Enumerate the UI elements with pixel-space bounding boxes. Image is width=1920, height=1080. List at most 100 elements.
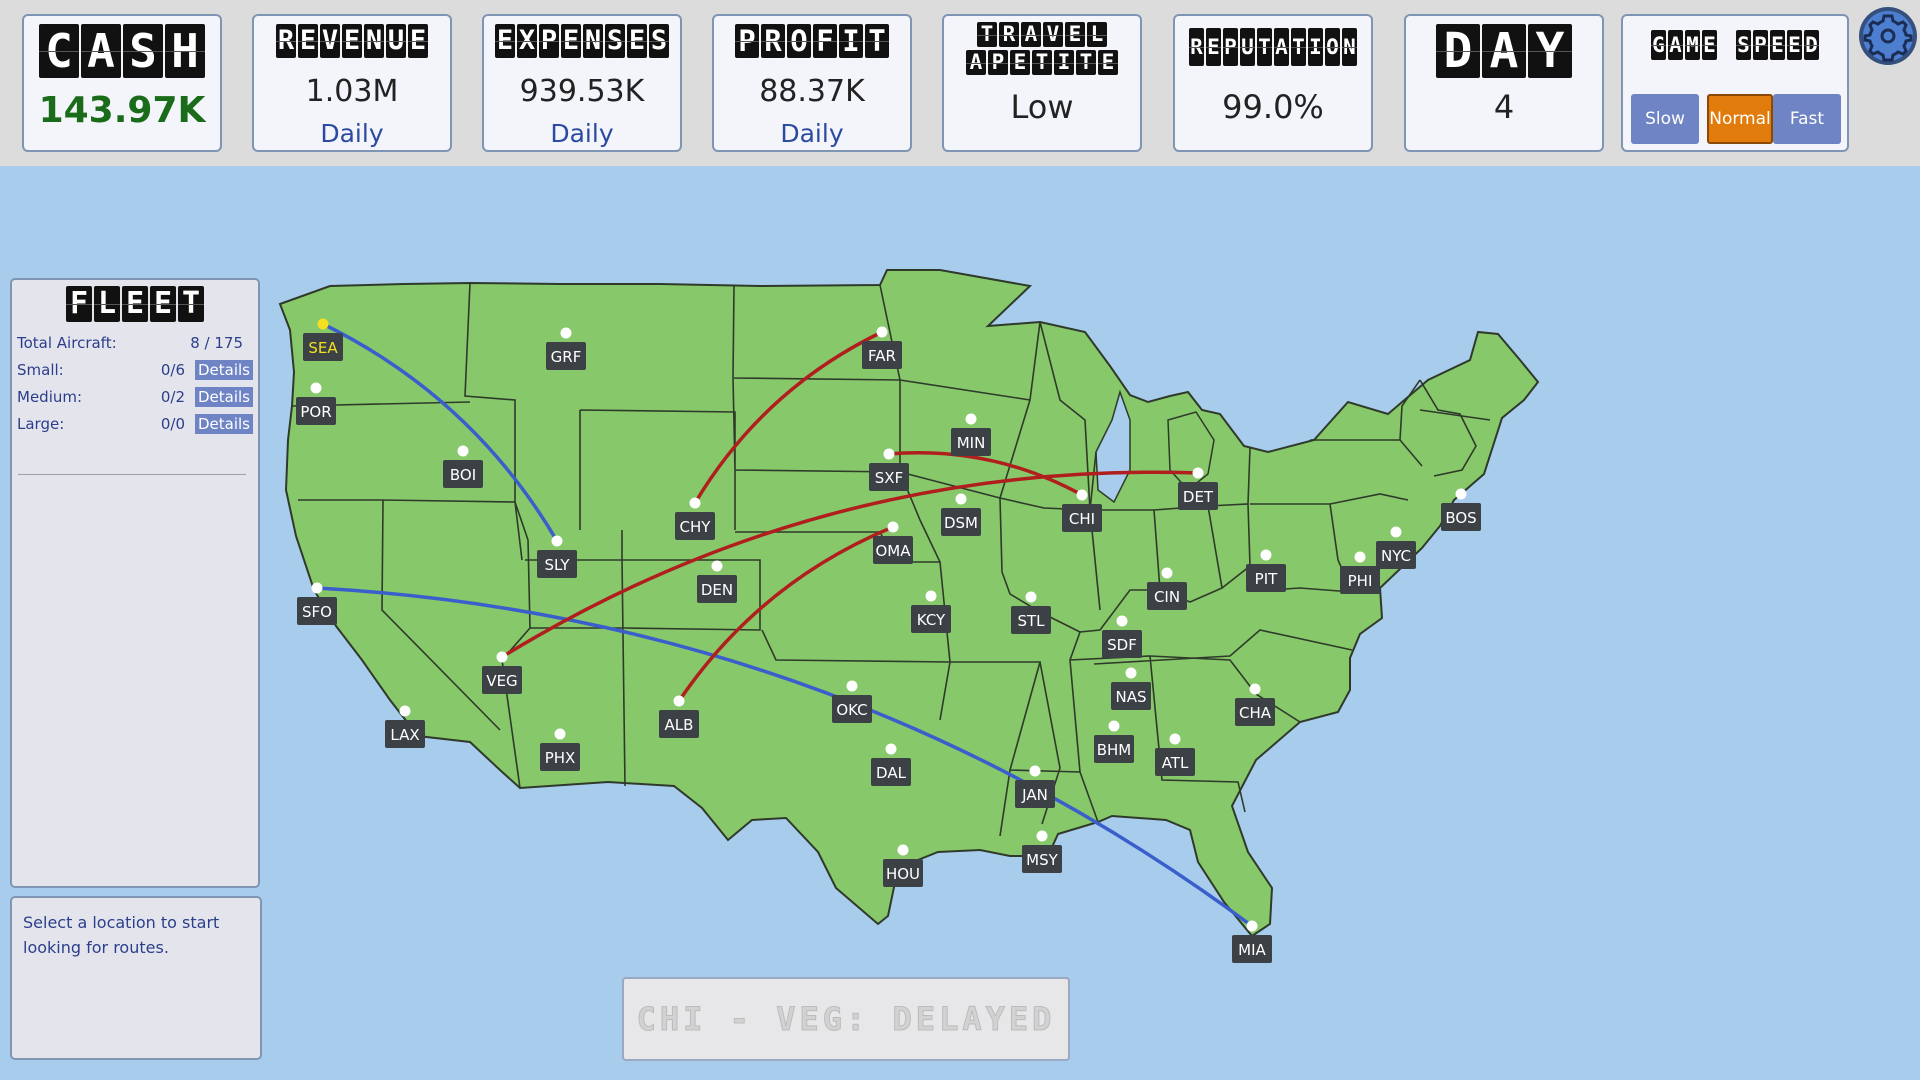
airport-dot[interactable]: [1192, 467, 1204, 479]
airport-code-label[interactable]: BHM: [1097, 741, 1132, 759]
airport-code-label[interactable]: KCY: [917, 611, 946, 629]
airport-dot[interactable]: [1246, 920, 1258, 932]
airport-code-label[interactable]: DET: [1183, 488, 1214, 506]
airport-code-label[interactable]: CHI: [1069, 510, 1095, 528]
airport-dot[interactable]: [1036, 830, 1048, 842]
airport-code-label[interactable]: DAL: [876, 764, 907, 782]
airport-code-label[interactable]: PIT: [1255, 570, 1278, 588]
airport-code-label[interactable]: ATL: [1162, 754, 1189, 772]
airport-code-label[interactable]: POR: [300, 403, 331, 421]
airport-dot[interactable]: [1354, 551, 1366, 563]
airport-code-label[interactable]: PHI: [1348, 572, 1373, 590]
title-letter-tile: E: [627, 24, 647, 58]
airport-code-label[interactable]: LAX: [390, 726, 419, 744]
profit-period: Daily: [780, 119, 844, 148]
airport-dot[interactable]: [311, 582, 323, 594]
airport-dot[interactable]: [897, 844, 909, 856]
airport-dot[interactable]: [883, 448, 895, 460]
airport-dot[interactable]: [457, 445, 469, 457]
us-route-map[interactable]: SEA POR GRF BOI SLY SFO LAX VEG PHX FAR CHY DEN ALB S…: [0, 166, 1920, 1080]
speed-slow-button[interactable]: Slow: [1631, 94, 1699, 144]
airport-dot[interactable]: [1161, 567, 1173, 579]
airport-code-label[interactable]: CHA: [1239, 704, 1272, 722]
airport-dot[interactable]: [560, 327, 572, 339]
airport-code-label[interactable]: SEA: [308, 339, 338, 357]
airport-code-label[interactable]: MSY: [1026, 851, 1058, 869]
fleet-small-details-button[interactable]: Details: [194, 360, 253, 380]
speed-normal-button[interactable]: Normal: [1707, 94, 1773, 144]
airport-code-label[interactable]: CIN: [1154, 588, 1180, 606]
title-letter-tile: P: [735, 24, 759, 58]
airport-code-label[interactable]: SFO: [302, 603, 332, 621]
airport-dot[interactable]: [1455, 488, 1467, 500]
title-letter-tile: T: [1032, 50, 1052, 75]
airport-dot[interactable]: [551, 535, 563, 547]
title-letter-tile: E: [1702, 30, 1717, 60]
airport-dot[interactable]: [1108, 720, 1120, 732]
airport-code-label[interactable]: SLY: [544, 556, 570, 574]
fleet-row-large: Large: 0/0 Details: [17, 413, 257, 437]
airport-code-label[interactable]: NAS: [1115, 688, 1146, 706]
airport-code-label[interactable]: PHX: [545, 749, 576, 767]
airport-code-label[interactable]: BOI: [450, 466, 476, 484]
airport-dot[interactable]: [711, 560, 723, 572]
airport-code-label[interactable]: SDF: [1107, 636, 1137, 654]
airport-code-label[interactable]: ALB: [665, 716, 694, 734]
airport-dot[interactable]: [673, 695, 685, 707]
fleet-large-details-button[interactable]: Details: [194, 414, 253, 434]
airport-dot[interactable]: [925, 590, 937, 602]
airport-dot[interactable]: [1025, 591, 1037, 603]
title-letter-tile: D: [1804, 30, 1819, 60]
airport-code-label[interactable]: DEN: [701, 581, 733, 599]
airport-dot[interactable]: [1260, 549, 1272, 561]
fleet-panel: FLEET Total Aircraft: 8 / 175 Small: 0/6…: [10, 278, 260, 888]
airport-dot[interactable]: [1116, 615, 1128, 627]
airport-dot[interactable]: [965, 413, 977, 425]
airport-dot[interactable]: [1169, 733, 1181, 745]
airport-dot[interactable]: [689, 497, 701, 509]
airport-dot[interactable]: [1125, 667, 1137, 679]
fleet-medium-label: Medium:: [17, 388, 83, 406]
airport-dot[interactable]: [317, 318, 329, 330]
title-letter-tile: A: [966, 50, 986, 75]
airport-code-label[interactable]: FAR: [868, 347, 896, 365]
airport-dot[interactable]: [554, 728, 566, 740]
title-letter-tile: R: [276, 24, 296, 58]
fleet-large-label: Large:: [17, 415, 65, 433]
travel-appetite-value: Low: [1010, 88, 1074, 126]
airport-code-label[interactable]: DSM: [944, 514, 978, 532]
airport-dot[interactable]: [846, 680, 858, 692]
speed-fast-button[interactable]: Fast: [1773, 94, 1841, 144]
fleet-medium-details-button[interactable]: Details: [194, 387, 253, 407]
fleet-divider: [18, 474, 246, 475]
airport-dot[interactable]: [887, 521, 899, 533]
airport-dot[interactable]: [399, 705, 411, 717]
airport-dot[interactable]: [1076, 489, 1088, 501]
airport-code-label[interactable]: SXF: [875, 469, 903, 487]
airport-dot[interactable]: [310, 382, 322, 394]
airport-code-label[interactable]: OKC: [836, 701, 867, 719]
airport-code-label[interactable]: JAN: [1021, 786, 1048, 804]
expenses-period: Daily: [550, 119, 614, 148]
airport-dot[interactable]: [876, 326, 888, 338]
airport-code-label[interactable]: STL: [1017, 612, 1045, 630]
airport-dot[interactable]: [1249, 683, 1261, 695]
title-letter-tile: I: [839, 24, 863, 58]
airport-code-label[interactable]: VEG: [486, 672, 517, 690]
settings-gear-icon[interactable]: [1858, 6, 1918, 66]
airport-code-label[interactable]: NYC: [1381, 547, 1411, 565]
airport-dot[interactable]: [885, 743, 897, 755]
airport-code-label[interactable]: MIA: [1238, 941, 1266, 959]
airport-dot[interactable]: [1029, 765, 1041, 777]
title-letter-tile: Y: [1528, 24, 1572, 78]
airport-dot[interactable]: [1390, 526, 1402, 538]
airport-code-label[interactable]: CHY: [680, 518, 712, 536]
airport-code-label[interactable]: GRF: [551, 348, 582, 366]
title-letter-tile: I: [1054, 50, 1074, 75]
airport-code-label[interactable]: HOU: [886, 865, 920, 883]
airport-dot[interactable]: [496, 651, 508, 663]
airport-code-label[interactable]: OMA: [875, 542, 911, 560]
airport-dot[interactable]: [955, 493, 967, 505]
airport-code-label[interactable]: MIN: [957, 434, 986, 452]
airport-code-label[interactable]: BOS: [1445, 509, 1476, 527]
